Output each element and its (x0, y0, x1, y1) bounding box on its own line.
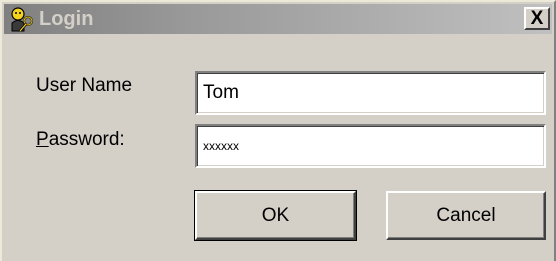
username-label: User Name (36, 75, 133, 96)
password-label-accelerator: P (36, 129, 49, 150)
username-input[interactable] (195, 71, 546, 115)
password-label-text: assword: (48, 129, 125, 150)
title-bar[interactable]: Login X (4, 4, 552, 34)
ok-button[interactable]: OK (194, 190, 357, 241)
cancel-button-label: Cancel (436, 204, 496, 226)
ok-button-label: OK (261, 204, 290, 226)
close-icon: X (530, 8, 544, 29)
window-title: Login (39, 7, 94, 30)
password-label: Password: (36, 129, 125, 151)
keys-person-icon (11, 7, 33, 32)
close-button[interactable]: X (524, 7, 550, 30)
login-dialog: Login X User Name Password: OK Cancel (0, 0, 556, 261)
password-input[interactable] (195, 124, 546, 168)
cancel-button[interactable]: Cancel (386, 191, 546, 240)
